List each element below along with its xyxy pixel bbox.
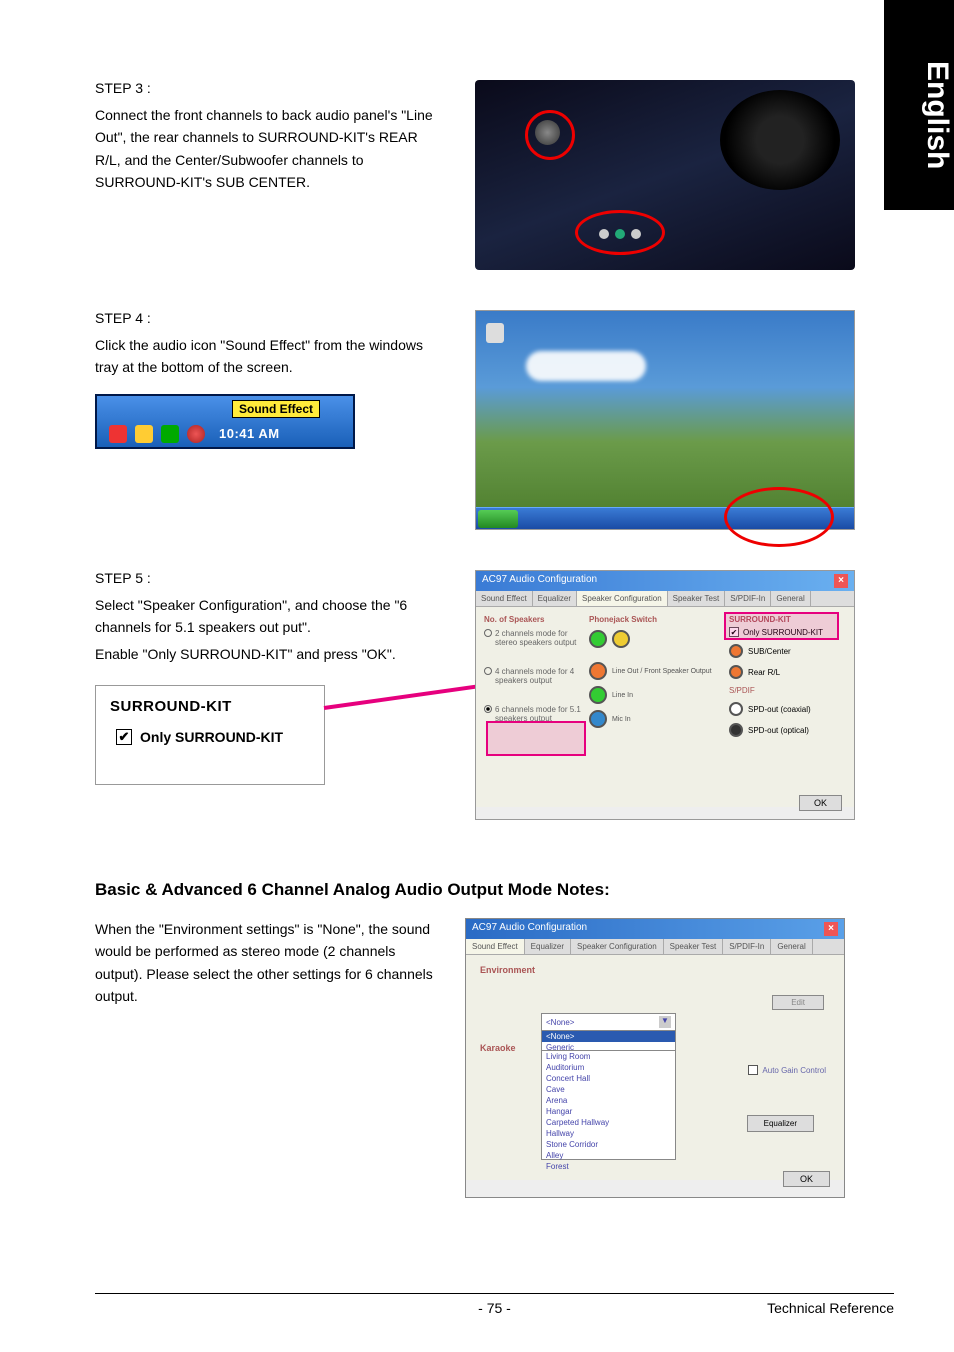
jack-icon[interactable] bbox=[729, 723, 743, 737]
step3-body: Connect the front channels to back audio… bbox=[95, 104, 445, 194]
list-item[interactable]: Hangar bbox=[542, 1106, 675, 1117]
tab-speaker-config[interactable]: Speaker Configuration bbox=[571, 939, 664, 954]
step5-label: STEP 5 : bbox=[95, 570, 445, 586]
tab-equalizer[interactable]: Equalizer bbox=[533, 591, 577, 606]
phonejack-heading: Phonejack Switch bbox=[589, 615, 729, 624]
jack-icon[interactable] bbox=[729, 665, 743, 679]
step4-body: Click the audio icon "Sound Effect" from… bbox=[95, 334, 445, 379]
tray-clock: 10:41 AM bbox=[219, 426, 280, 441]
list-item[interactable]: Cave bbox=[542, 1084, 675, 1095]
step3-label: STEP 3 : bbox=[95, 80, 445, 96]
radio-4ch[interactable]: 4 channels mode for 4 speakers output bbox=[484, 667, 589, 685]
tab-sound-effect[interactable]: Sound Effect bbox=[466, 939, 525, 954]
annotation-circle-lineout bbox=[525, 110, 575, 160]
language-tab: English bbox=[884, 0, 954, 210]
surround-kit-title: SURROUND-KIT bbox=[110, 698, 310, 715]
list-item[interactable]: <None> bbox=[542, 1031, 675, 1042]
advanced-row: When the "Environment settings" is "None… bbox=[95, 918, 894, 1198]
tab-general[interactable]: General bbox=[771, 591, 810, 606]
environment-list2[interactable]: Living Room Auditorium Concert Hall Cave… bbox=[541, 1050, 676, 1160]
chevron-down-icon[interactable]: ▼ bbox=[659, 1016, 671, 1028]
step5-body2: Enable "Only SURROUND-KIT" and press "OK… bbox=[95, 643, 445, 665]
close-icon[interactable]: × bbox=[834, 574, 848, 588]
only-surround-label: Only SURROUND-KIT bbox=[140, 729, 283, 745]
list-item[interactable]: Arena bbox=[542, 1095, 675, 1106]
jack-icon[interactable] bbox=[729, 702, 743, 716]
annotation-circle-tray bbox=[724, 487, 834, 547]
tab-equalizer[interactable]: Equalizer bbox=[525, 939, 571, 954]
step4-row: STEP 4 : Click the audio icon "Sound Eff… bbox=[95, 310, 894, 530]
list-item[interactable]: Hallway bbox=[542, 1128, 675, 1139]
tray-icon[interactable] bbox=[109, 425, 127, 443]
jack-icon[interactable] bbox=[589, 710, 607, 728]
jack-icon[interactable] bbox=[589, 686, 607, 704]
footer-section: Technical Reference bbox=[767, 1300, 894, 1316]
tab-speaker-test[interactable]: Speaker Test bbox=[664, 939, 724, 954]
system-tray-zoom: Sound Effect 10:41 AM bbox=[95, 394, 355, 449]
environment-dialog: AC97 Audio Configuration × Sound Effect … bbox=[465, 918, 845, 1198]
tab-spdif[interactable]: S/PDIF-In bbox=[725, 591, 771, 606]
start-button[interactable] bbox=[478, 510, 518, 528]
desktop-screenshot bbox=[475, 310, 855, 530]
step5-row: STEP 5 : Select "Speaker Configuration",… bbox=[95, 570, 894, 820]
page-footer: - 75 - Technical Reference bbox=[95, 1293, 894, 1316]
auto-gain-checkbox[interactable]: Auto Gain Control bbox=[748, 1065, 826, 1075]
page-number: - 75 - bbox=[478, 1300, 511, 1316]
speaker-grille bbox=[720, 90, 840, 190]
karaoke-label: Karaoke bbox=[480, 1043, 516, 1053]
ok-button[interactable]: OK bbox=[783, 1171, 830, 1187]
section-title: Basic & Advanced 6 Channel Analog Audio … bbox=[95, 880, 894, 900]
audio-panel-image bbox=[475, 80, 855, 270]
desktop-icon[interactable] bbox=[486, 323, 504, 343]
edit-button[interactable]: Edit bbox=[772, 995, 824, 1010]
jack-icon[interactable] bbox=[612, 630, 630, 648]
annotation-circle-surround bbox=[575, 210, 665, 255]
spdif-heading: S/PDIF bbox=[729, 686, 846, 695]
surround-kit-callout: SURROUND-KIT ✔ Only SURROUND-KIT bbox=[95, 685, 325, 785]
page-content: STEP 3 : Connect the front channels to b… bbox=[0, 0, 954, 1238]
sound-effect-tooltip: Sound Effect bbox=[232, 400, 320, 418]
list-item[interactable]: Auditorium bbox=[542, 1062, 675, 1073]
step3-row: STEP 3 : Connect the front channels to b… bbox=[95, 80, 894, 270]
list-item[interactable]: Forest bbox=[542, 1161, 675, 1172]
step4-label: STEP 4 : bbox=[95, 310, 445, 326]
list-item[interactable]: Carpeted Hallway bbox=[542, 1117, 675, 1128]
tab-sound-effect[interactable]: Sound Effect bbox=[476, 591, 533, 606]
speakers-heading: No. of Speakers bbox=[484, 615, 589, 624]
dialog-tabs: Sound Effect Equalizer Speaker Configura… bbox=[476, 591, 854, 607]
equalizer-button[interactable]: Equalizer bbox=[747, 1115, 814, 1132]
jack-icon[interactable] bbox=[589, 630, 607, 648]
only-surround-checkbox[interactable]: ✔ bbox=[116, 729, 132, 745]
environment-label: Environment bbox=[480, 965, 830, 975]
tray-icon[interactable] bbox=[135, 425, 153, 443]
speaker-config-dialog: AC97 Audio Configuration × Sound Effect … bbox=[475, 570, 855, 820]
radio-2ch[interactable]: 2 channels mode for stereo speakers outp… bbox=[484, 629, 589, 647]
advanced-body: When the "Environment settings" is "None… bbox=[95, 918, 465, 1008]
env-dialog-titlebar: AC97 Audio Configuration × bbox=[466, 919, 844, 939]
list-item[interactable]: Stone Corridor bbox=[542, 1139, 675, 1150]
tab-spdif[interactable]: S/PDIF-In bbox=[723, 939, 771, 954]
tab-general[interactable]: General bbox=[771, 939, 812, 954]
tab-speaker-test[interactable]: Speaker Test bbox=[668, 591, 726, 606]
step5-body1: Select "Speaker Configuration", and choo… bbox=[95, 594, 445, 639]
tray-icon[interactable] bbox=[161, 425, 179, 443]
jack-icon[interactable] bbox=[729, 644, 743, 658]
environment-dropdown[interactable]: <None> ▼ bbox=[541, 1013, 676, 1031]
list-item[interactable]: Alley bbox=[542, 1150, 675, 1161]
pink-highlight-6ch bbox=[486, 721, 586, 756]
sound-effect-tray-icon[interactable] bbox=[187, 425, 205, 443]
ok-button[interactable]: OK bbox=[799, 795, 842, 811]
close-icon[interactable]: × bbox=[824, 922, 838, 936]
tab-speaker-config[interactable]: Speaker Configuration bbox=[577, 591, 668, 606]
jack-icon[interactable] bbox=[589, 662, 607, 680]
pink-highlight bbox=[724, 612, 839, 640]
list-item[interactable]: Living Room bbox=[542, 1051, 675, 1062]
list-item[interactable]: Concert Hall bbox=[542, 1073, 675, 1084]
dialog-titlebar: AC97 Audio Configuration × bbox=[476, 571, 854, 591]
